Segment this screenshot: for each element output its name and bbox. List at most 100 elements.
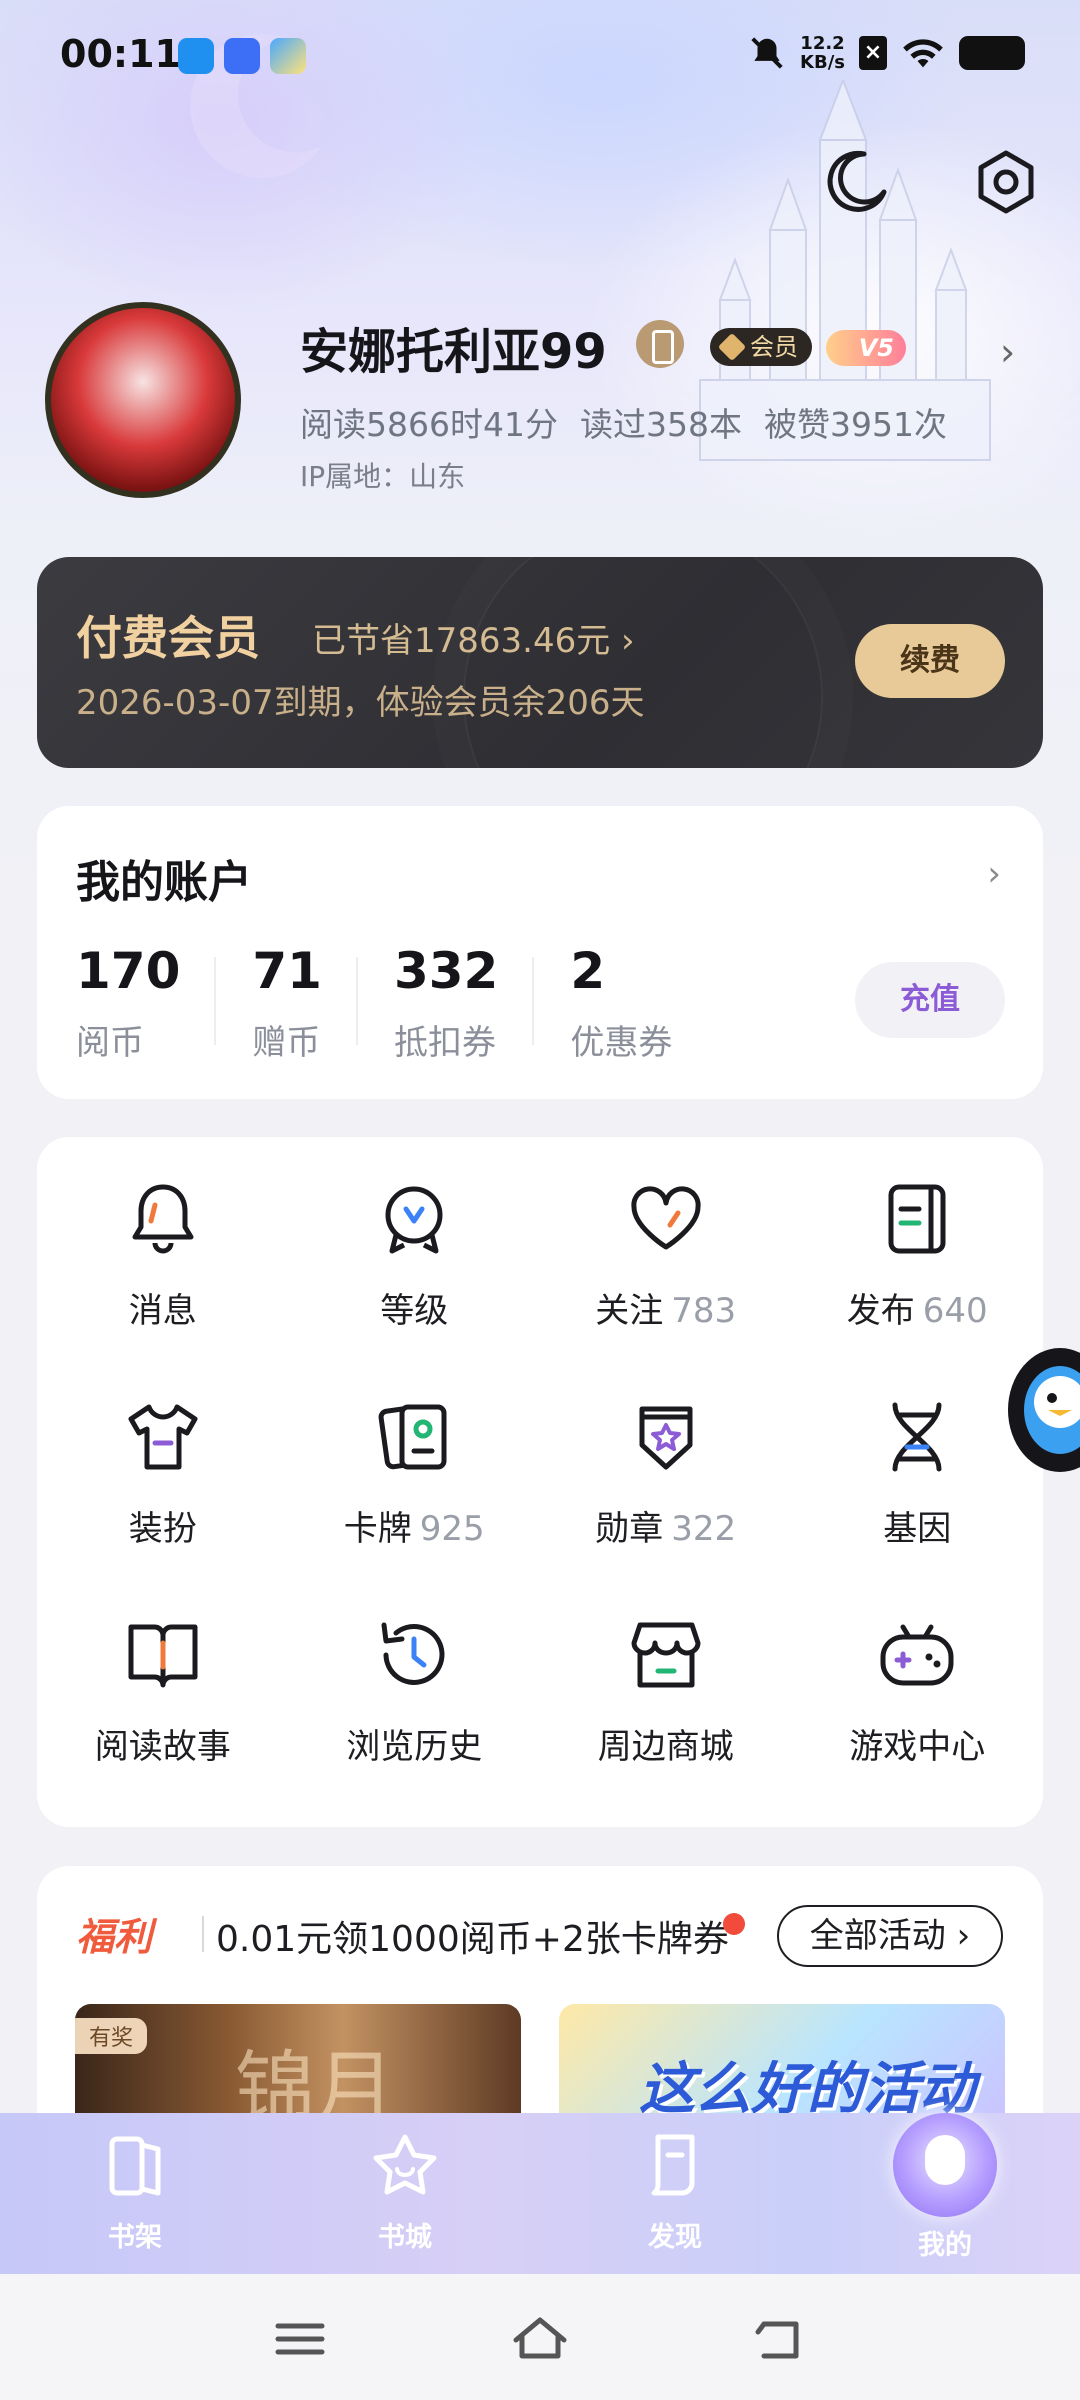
publish-icon	[888, 1184, 946, 1254]
feature-count: 322	[671, 1509, 737, 1549]
member-saved-amount[interactable]: 已节省17863.46元 ›	[312, 613, 635, 662]
me-icon	[893, 2113, 997, 2217]
feature-cards[interactable]: 卡牌 925	[289, 1395, 541, 1575]
feature-history[interactable]: 浏览历史	[289, 1613, 541, 1793]
feature-grid-card: 消息 等级 关注783 发布640 装扮 卡牌925 勋章322 基因	[37, 1137, 1043, 1827]
feature-label: 消息	[129, 1283, 197, 1332]
bottom-tab-bar: 书架 书城 发现 我的	[0, 2113, 1080, 2274]
feature-label-text: 阅读故事	[94, 1727, 231, 1767]
account-chevron-icon[interactable]: ›	[987, 854, 1001, 894]
tab-discover[interactable]: 发现	[575, 2113, 775, 2274]
feature-outfit[interactable]: 装扮	[37, 1395, 289, 1575]
net-speed-value: 12.2	[800, 33, 845, 54]
gamepad-icon	[880, 1624, 954, 1686]
home-icon[interactable]	[510, 2314, 570, 2364]
member-expire-info: 2026-03-07到期，体验会员余206天	[76, 683, 645, 723]
feature-count: 640	[922, 1291, 988, 1331]
account-stat[interactable]: 332 抵扣券	[393, 941, 535, 1064]
feature-follow[interactable]: 关注 783	[540, 1177, 792, 1357]
feature-label-text: 周边商城	[597, 1727, 734, 1767]
tab-label: 发现	[648, 2222, 702, 2253]
book-icon	[128, 1624, 198, 1688]
feature-messages[interactable]: 消息	[37, 1177, 289, 1357]
gem-icon	[717, 332, 747, 362]
member-badge-label: 会员	[750, 333, 798, 361]
bookstore-icon	[373, 2134, 437, 2195]
feature-label: 等级	[380, 1283, 448, 1332]
cards-icon	[378, 1404, 447, 1470]
feature-publish[interactable]: 发布 640	[792, 1177, 1044, 1357]
discover-icon	[651, 2134, 695, 2196]
back-icon[interactable]	[750, 2314, 810, 2364]
ip-location: IP属地：山东	[300, 460, 466, 493]
shop-icon	[631, 1622, 701, 1688]
feature-label: 阅读故事	[95, 1719, 231, 1768]
mute-icon	[751, 37, 783, 69]
account-stat[interactable]: 71 赠币	[252, 941, 358, 1064]
likes-count: 被赞3951次	[763, 405, 947, 444]
feature-count: 783	[671, 1291, 737, 1331]
wifi-icon	[903, 39, 943, 68]
tab-bookstore[interactable]: 书城	[305, 2113, 505, 2274]
account-stat-value: 170	[76, 942, 181, 1000]
paid-member-card[interactable]: 付费会员 已节省17863.46元 › 2026-03-07到期，体验会员余20…	[37, 557, 1043, 768]
feature-game-center[interactable]: 游戏中心	[792, 1613, 1044, 1793]
floating-mascot-icon[interactable]	[1000, 1340, 1080, 1480]
renew-button[interactable]: 续费	[855, 624, 1005, 698]
tab-bookshelf[interactable]: 书架	[35, 2113, 235, 2274]
account-title: 我的账户	[76, 857, 252, 908]
heart-icon	[631, 1186, 701, 1250]
welfare-promo[interactable]: 0.01元领1000阅币+2张卡牌券	[202, 1910, 729, 1962]
recharge-button[interactable]: 充值	[855, 962, 1005, 1038]
history-icon	[381, 1622, 445, 1685]
feature-label-text: 游戏中心	[849, 1727, 986, 1767]
account-stat-label: 优惠券	[570, 1023, 673, 1063]
feature-shop[interactable]: 周边商城	[540, 1613, 792, 1793]
card-decoration	[463, 557, 823, 768]
browser-icon	[224, 38, 260, 74]
username[interactable]: 安娜托利亚99	[300, 312, 607, 382]
member-badge[interactable]: 会员	[710, 328, 812, 366]
phone-icon	[636, 320, 684, 368]
profile-chevron-icon[interactable]: ›	[1000, 330, 1015, 374]
feature-label-text: 浏览历史	[346, 1727, 483, 1767]
all-activities-button[interactable]: 全部活动 ›	[777, 1905, 1003, 1967]
medal-icon	[639, 1406, 693, 1470]
account-stat[interactable]: 170 阅币	[76, 941, 217, 1064]
feature-label-text: 基因	[883, 1509, 952, 1549]
feature-label: 浏览历史	[346, 1719, 482, 1768]
level-icon	[385, 1186, 443, 1254]
menu-icon[interactable]	[270, 2314, 330, 2364]
account-stats: 170 阅币 71 赠币 332 抵扣券 2 优惠券	[76, 941, 744, 1064]
welfare-title: 福利	[76, 1915, 153, 1959]
feature-medal[interactable]: 勋章 322	[540, 1395, 792, 1575]
feature-read-story[interactable]: 阅读故事	[37, 1613, 289, 1793]
tab-me[interactable]: 我的	[845, 2113, 1045, 2274]
feature-label-text: 等级	[380, 1291, 449, 1331]
feature-level[interactable]: 等级	[289, 1177, 541, 1357]
feature-label: 发布 640	[847, 1283, 988, 1332]
account-stat-label: 阅币	[76, 1023, 144, 1063]
read-time: 阅读5866时41分	[300, 405, 558, 444]
tab-label: 我的	[918, 2230, 972, 2261]
feature-label-text: 关注	[595, 1291, 664, 1331]
status-time: 00:11	[60, 32, 181, 76]
feature-label-text: 卡牌	[343, 1509, 412, 1549]
settings-icon[interactable]	[972, 148, 1040, 216]
system-nav-bar	[0, 2274, 1080, 2400]
feature-grid: 消息 等级 关注783 发布640 装扮 卡牌925 勋章322 基因	[37, 1177, 1043, 1793]
battery-icon	[959, 36, 1025, 70]
status-app-icons	[178, 38, 306, 74]
vip-level-badge[interactable]: V5	[826, 330, 906, 366]
net-speed: 12.2 KB/s	[800, 34, 845, 72]
account-stat[interactable]: 2 优惠券	[570, 941, 708, 1064]
avatar[interactable]	[45, 302, 241, 498]
my-account-card[interactable]: 我的账户 › 170 阅币 71 赠币 332 抵扣券 2 优惠券 充值	[37, 806, 1043, 1099]
account-stat-label: 抵扣券	[393, 1023, 496, 1063]
status-right: 12.2 KB/s ×	[748, 34, 1025, 72]
account-stat-value: 2	[570, 942, 606, 1000]
night-mode-icon[interactable]	[822, 148, 890, 216]
sim-icon: ×	[859, 36, 887, 70]
account-stat-label: 赠币	[252, 1023, 321, 1063]
books-read: 读过358本	[579, 405, 742, 444]
